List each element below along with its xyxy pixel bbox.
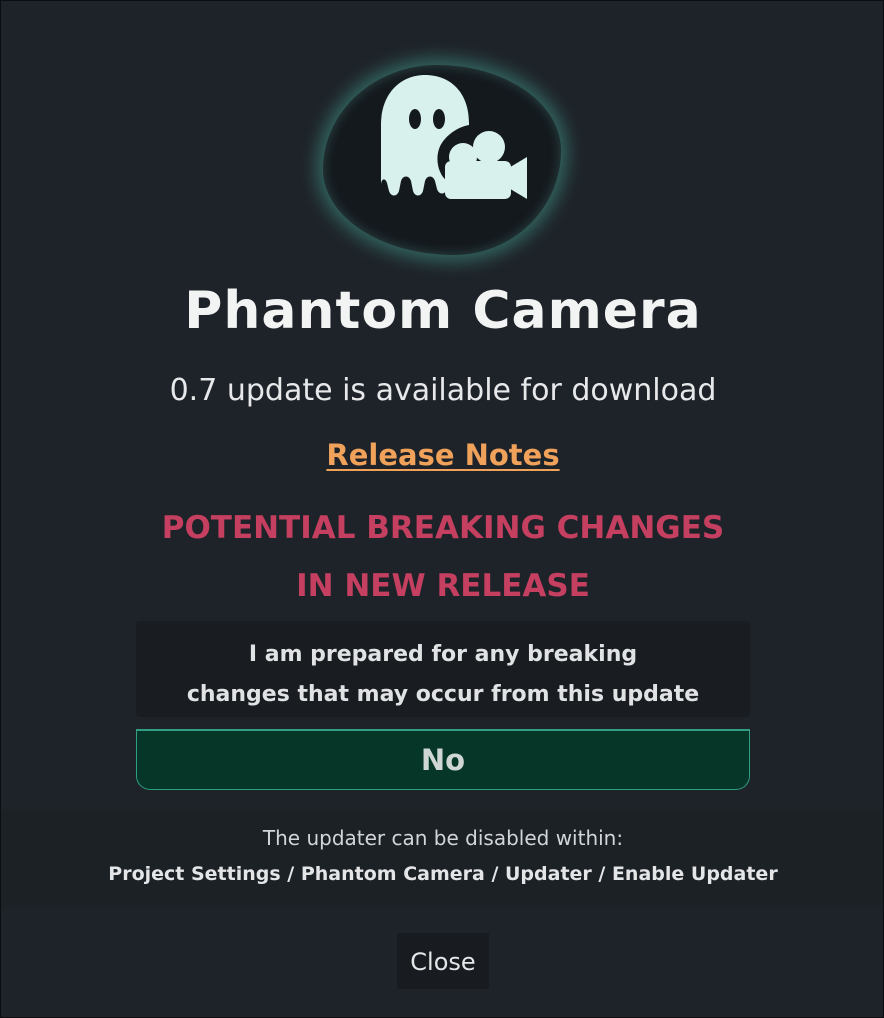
confirm-prompt-text: I am prepared for any breaking changes t… [136,635,750,715]
updater-disable-hint: The updater can be disabled within: [262,826,624,850]
warning-line-2: IN NEW RELEASE [296,568,590,604]
dialog-title: Phantom Camera [184,281,702,341]
warning-line-1: POTENTIAL BREAKING CHANGES [161,510,725,546]
close-button[interactable]: Close [397,933,489,989]
breaking-changes-warning: POTENTIAL BREAKING CHANGES IN NEW RELEAS… [1,499,884,615]
update-available-text: 0.7 update is available for download [169,373,717,408]
confirm-line-2: changes that may occur from this update [186,682,700,707]
update-dialog: Phantom Camera 0.7 update is available f… [0,0,884,1018]
no-button[interactable]: No [136,729,750,790]
confirm-prompt-box: I am prepared for any breaking changes t… [136,621,750,717]
release-notes-container: Release Notes [1,438,884,472]
release-notes-link[interactable]: Release Notes [326,438,559,472]
phantom-camera-ghost-icon [381,75,527,199]
confirm-line-1: I am prepared for any breaking [248,642,638,667]
updater-settings-path: Project Settings / Phantom Camera / Upda… [108,863,778,885]
phantom-camera-logo [313,57,573,263]
